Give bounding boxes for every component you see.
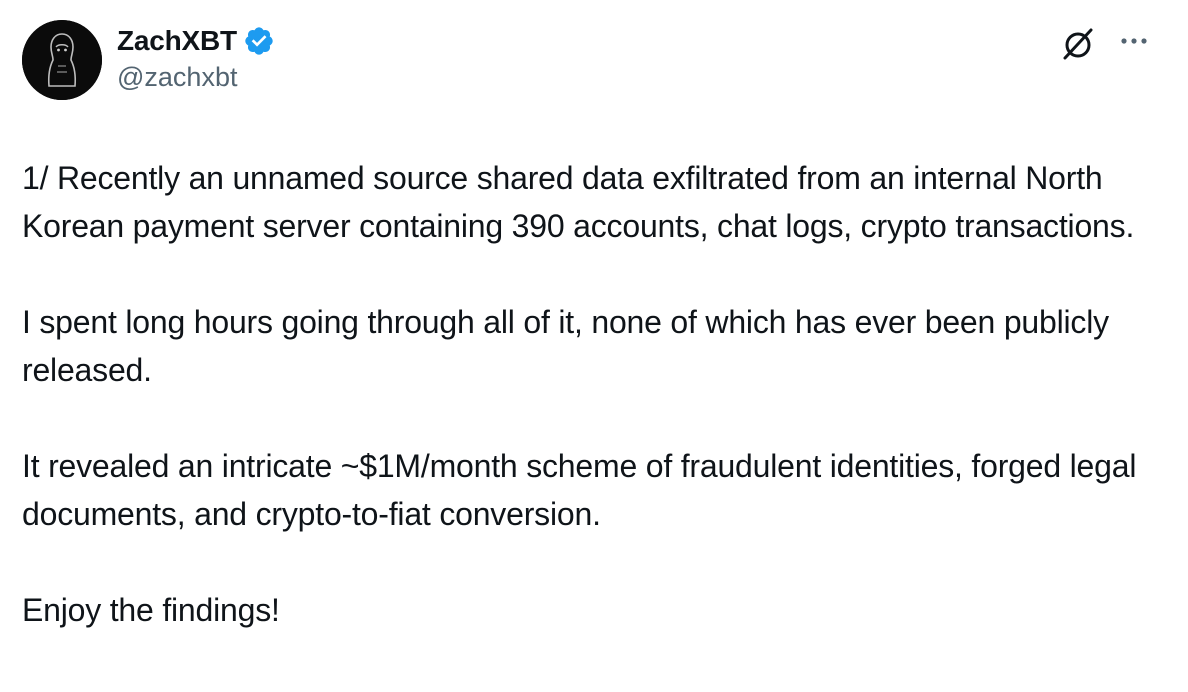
avatar-image <box>22 20 102 100</box>
verified-badge-icon[interactable] <box>243 25 275 57</box>
grok-icon[interactable] <box>1058 24 1098 64</box>
avatar[interactable] <box>22 20 102 100</box>
display-name[interactable]: ZachXBT <box>117 25 237 57</box>
author-block: ZachXBT @zachxbt <box>117 22 275 93</box>
handle[interactable]: @zachxbt <box>117 62 275 93</box>
tweet-card: ZachXBT @zachxbt 1/ Recently an unnamed … <box>0 0 1188 692</box>
tweet-text: 1/ Recently an unnamed source shared dat… <box>22 154 1172 634</box>
tweet-paragraph: I spent long hours going through all of … <box>22 304 1109 388</box>
tweet-paragraph: Enjoy the findings! <box>22 592 280 628</box>
name-row: ZachXBT <box>117 22 275 60</box>
tweet-paragraph: It revealed an intricate ~$1M/month sche… <box>22 448 1137 532</box>
tweet-paragraph: 1/ Recently an unnamed source shared dat… <box>22 160 1135 244</box>
more-icon[interactable] <box>1114 28 1154 54</box>
